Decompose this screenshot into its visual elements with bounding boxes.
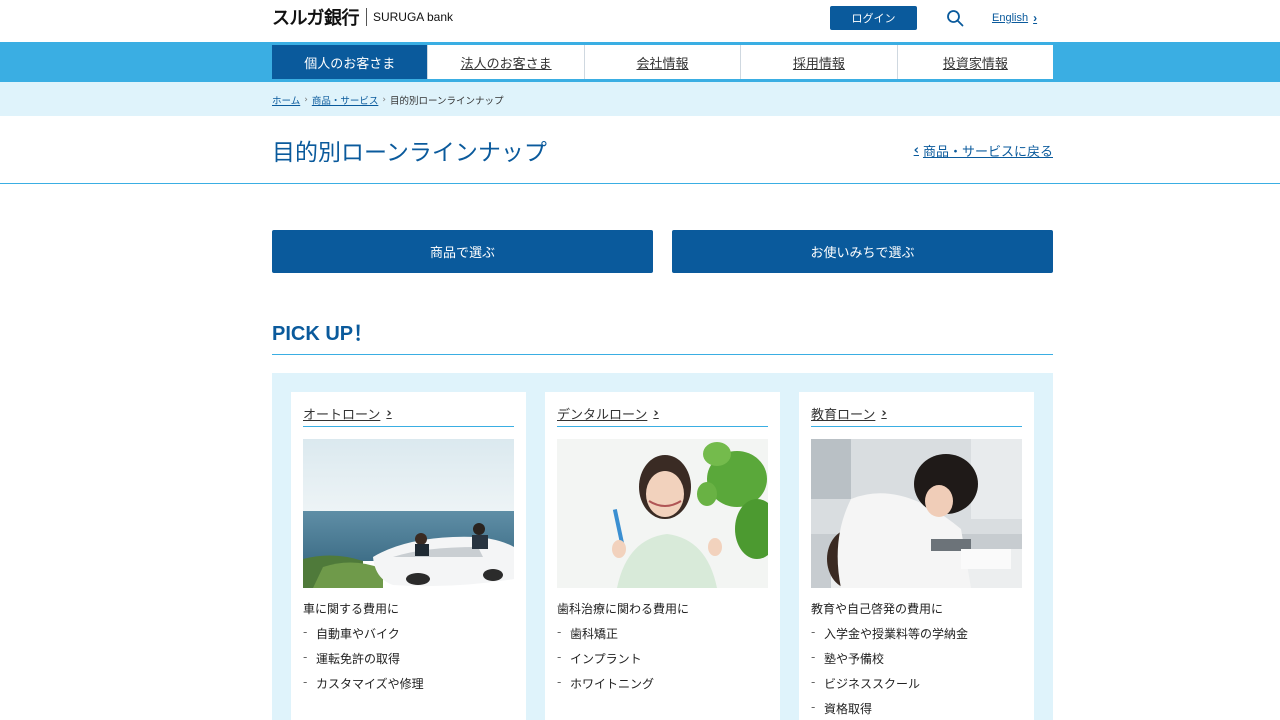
breadcrumb-home[interactable]: ホーム xyxy=(272,93,300,107)
logo-divider xyxy=(365,8,367,26)
pickup-divider xyxy=(272,354,1053,355)
list-item: - 運転免許の取得 xyxy=(303,650,401,666)
card-divider xyxy=(557,426,768,427)
chevron-right-icon: › xyxy=(1033,11,1038,25)
search-icon[interactable] xyxy=(946,9,964,27)
breadcrumb-current: 目的別ローンラインナップ xyxy=(389,96,504,107)
page-title: 目的別ローンラインナップ xyxy=(272,140,547,166)
pickup-card-education-loan: 教育ローン › 教育や自己啓発の費用に - 入学金や授業料等の学納金 - 塾や予備校… xyxy=(799,392,1034,720)
card-feature-list: - 入学金や授業料等の学納金 - 塾や予備校 - ビジネススクール - 資格取得 xyxy=(811,625,968,720)
breadcrumb: ホーム › 商品・サービス › 目的別ローンラインナップ xyxy=(272,93,503,107)
education-loan-link[interactable]: 教育ローン › xyxy=(811,404,887,423)
breadcrumb-separator: › xyxy=(304,95,308,105)
logo-english: SURUGA bank xyxy=(372,10,454,24)
list-item: - 歯科矯正 xyxy=(557,625,619,641)
title-divider xyxy=(0,183,1280,184)
smiling-woman-image[interactable] xyxy=(557,439,768,588)
card-feature-list: - 自動車やバイク - 運転免許の取得 - カスタマイズや修理 xyxy=(303,625,424,700)
nav-item-personal[interactable]: 個人のお客さま xyxy=(272,45,428,79)
list-item: - カスタマイズや修理 xyxy=(303,675,424,691)
dental-loan-link[interactable]: デンタルローン › xyxy=(557,404,659,423)
chevron-left-icon: ‹ xyxy=(913,143,919,158)
card-feature-list: - 歯科矯正 - インプラント - ホワイトニング xyxy=(557,625,654,700)
breadcrumb-products[interactable]: 商品・サービス xyxy=(312,93,379,107)
nav-item-corporate[interactable]: 法人のお客さま xyxy=(427,45,583,79)
logo-japanese: スルガ銀行 xyxy=(272,8,359,29)
student-studying-image[interactable] xyxy=(811,439,1022,588)
english-link[interactable]: English › xyxy=(992,11,1037,25)
breadcrumb-band xyxy=(0,82,1280,116)
nav-item-investor[interactable]: 投資家情報 xyxy=(896,45,1053,79)
chevron-right-icon: › xyxy=(386,406,392,421)
pickup-card-dental-loan: デンタルローン › 歯科治療に関わる費用に - 歯科矯正 - インプラント - ホワイ… xyxy=(545,392,780,720)
nav-item-recruit[interactable]: 採用情報 xyxy=(740,45,896,79)
list-item: - ホワイトニング xyxy=(557,675,655,691)
chevron-right-icon: › xyxy=(653,406,659,421)
card-divider xyxy=(303,426,514,427)
bank-logo[interactable]: スルガ銀行 SURUGA bank xyxy=(272,6,454,29)
list-item: - 自動車やバイク xyxy=(303,625,400,641)
pickup-heading: PICK UP！ xyxy=(272,323,374,345)
global-nav: 個人のお客さま 法人のお客さま 会社情報 採用情報 投資家情報 xyxy=(272,45,1053,79)
back-to-products-link[interactable]: ‹ 商品・サービスに戻る xyxy=(914,141,1053,160)
back-link-label: 商品・サービスに戻る xyxy=(922,145,1053,160)
list-item: - インプラント xyxy=(557,650,642,666)
card-description: 歯科治療に関わる費用に xyxy=(557,602,690,616)
select-by-product-button[interactable]: 商品で選ぶ xyxy=(272,230,653,273)
select-by-usage-button[interactable]: お使いみちで選ぶ xyxy=(672,230,1053,273)
breadcrumb-separator: › xyxy=(382,95,386,105)
chevron-right-icon: › xyxy=(881,406,887,421)
card-title-label: デンタルローン xyxy=(557,408,648,423)
login-button[interactable]: ログイン xyxy=(830,6,917,30)
card-title-label: 教育ローン xyxy=(811,408,876,423)
list-item: - 入学金や授業料等の学納金 xyxy=(811,625,969,641)
card-description: 車に関する費用に xyxy=(303,602,400,616)
card-divider xyxy=(811,426,1022,427)
auto-loan-link[interactable]: オートローン › xyxy=(303,404,392,423)
convertible-car-image[interactable] xyxy=(303,439,514,588)
list-item: - ビジネススクール xyxy=(811,675,921,691)
card-description: 教育や自己啓発の費用に xyxy=(811,602,944,616)
card-title-label: オートローン xyxy=(303,408,381,423)
list-item: - 資格取得 xyxy=(811,700,873,716)
list-item: - 塾や予備校 xyxy=(811,650,885,666)
pickup-card-auto-loan: オートローン › 車に関する費用に - 自動車やバイク - 運転免許の取得 - カスタ… xyxy=(291,392,526,720)
english-label: English xyxy=(992,12,1029,24)
site-header: スルガ銀行 SURUGA bank ログイン English › xyxy=(0,0,1280,42)
nav-item-company[interactable]: 会社情報 xyxy=(583,45,740,79)
